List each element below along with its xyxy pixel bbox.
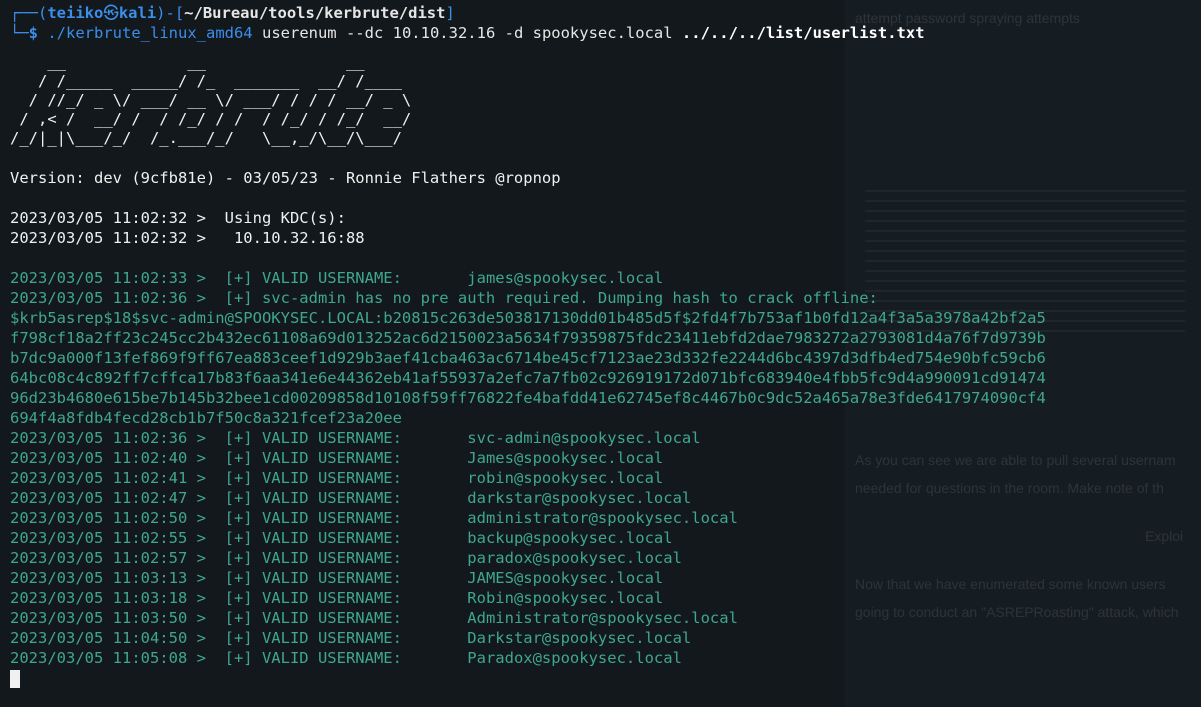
valid-username-row: 2023/03/05 11:02:55 > [+] VALID USERNAME… [10, 528, 1201, 548]
username: paradox@spookysec.local [467, 549, 682, 567]
version-line: Version: dev (9cfb81e) - 03/05/23 - Ronn… [10, 169, 561, 187]
prompt-user: teiiko [47, 4, 104, 22]
username: Administrator@spookysec.local [467, 609, 738, 627]
log-label: [+] VALID USERNAME: [224, 649, 468, 667]
log-label: [+] VALID USERNAME: [224, 529, 468, 547]
command-binary: ./kerbrute_linux_amd64 [47, 24, 253, 42]
valid-username-row: 2023/03/05 11:02:47 > [+] VALID USERNAME… [10, 488, 1201, 508]
skull-icon: ㉿ [103, 4, 119, 22]
username: JAMES@spookysec.local [467, 569, 664, 587]
valid-username-row: 2023/03/05 11:02:41 > [+] VALID USERNAME… [10, 468, 1201, 488]
banner-line: / ,< / __/ / / /_/ / / / /_/ / /_/ __/ [10, 110, 412, 128]
log-timestamp: 2023/03/05 11:02:50 > [10, 509, 225, 527]
username: Paradox@spookysec.local [467, 649, 682, 667]
asrep-hash-line: b7dc9a000f13fef869f9ff67ea883ceef1d929b3… [10, 349, 1046, 367]
username: administrator@spookysec.local [467, 509, 738, 527]
log-label: [+] VALID USERNAME: [224, 469, 468, 487]
asrep-hash-line: f798cf18a2ff23c245cc2b432ec61108a69d0132… [10, 329, 1046, 347]
username: svc-admin@spookysec.local [467, 429, 701, 447]
log-label: [+] VALID USERNAME: [224, 589, 468, 607]
valid-username-row: 2023/03/05 11:03:18 > [+] VALID USERNAME… [10, 588, 1201, 608]
asrep-hash-line: 694f4a8fdb4fecd28cb1b7f50c8a321fcef23a20… [10, 409, 402, 427]
log-label: [+] VALID USERNAME: [224, 489, 468, 507]
log-timestamp: 2023/03/05 11:02:40 > [10, 449, 225, 467]
asrep-hash-line: $krb5asrep$18$svc-admin@SPOOKYSEC.LOCAL:… [10, 309, 1046, 327]
log-timestamp: 2023/03/05 11:05:08 > [10, 649, 225, 667]
asrep-notice: 2023/03/05 11:02:36 > [+] svc-admin has … [10, 289, 878, 307]
valid-username-row: 2023/03/05 11:05:08 > [+] VALID USERNAME… [10, 648, 1201, 668]
command-file-path: ../../../list/userlist.txt [681, 24, 925, 42]
banner-line: / //_/ _ \/ ___/ __ \/ ___/ / / / __/ _ … [10, 91, 412, 109]
command-line: └─$ ./kerbrute_linux_amd64 userenum --dc… [10, 23, 1201, 43]
log-timestamp: 2023/03/05 11:02:47 > [10, 489, 225, 507]
valid-username-row: 2023/03/05 11:04:50 > [+] VALID USERNAME… [10, 628, 1201, 648]
terminal-cursor [10, 669, 20, 688]
valid-username-row: 2023/03/05 11:03:50 > [+] VALID USERNAME… [10, 608, 1201, 628]
prompt-host: kali [118, 4, 157, 22]
prompt-directory: ~/Bureau/tools/kerbrute/dist [184, 4, 446, 22]
valid-username-row: 2023/03/05 11:02:36 > [+] VALID USERNAME… [10, 428, 1201, 448]
username: backup@spookysec.local [467, 529, 673, 547]
username: James@spookysec.local [467, 449, 664, 467]
log-timestamp: 2023/03/05 11:02:41 > [10, 469, 225, 487]
prompt-corner: ┌──( [10, 4, 48, 22]
log-label: [+] VALID USERNAME: [224, 509, 468, 527]
banner-line: /_/|_|\___/_/ /_.___/_/ \__,_/\__/\___/ [10, 129, 402, 147]
valid-username-row: 2023/03/05 11:02:40 > [+] VALID USERNAME… [10, 448, 1201, 468]
log-label: [+] VALID USERNAME: [224, 609, 468, 627]
valid-username-row: 2023/03/05 11:02:33 > [+] VALID USERNAME… [10, 268, 1201, 288]
log-label: [+] VALID USERNAME: [224, 269, 468, 287]
username: james@spookysec.local [467, 269, 664, 287]
terminal-window[interactable]: attempt password spraying attempts As yo… [0, 0, 1201, 707]
log-timestamp: 2023/03/05 11:02:36 > [10, 429, 225, 447]
prompt-dollar: $ [28, 24, 48, 42]
kerbrute-ascii-banner: __ __ __ / /_____ _____/ /_ _______ __/ … [10, 53, 1201, 148]
terminal-output: ┌──(teiiko㉿kali)-[~/Bureau/tools/kerbrut… [10, 3, 1201, 688]
asrep-hash-line: 64bc08c4c892ff7cffca17b83f6aa341e6e44362… [10, 369, 1046, 387]
kdc-line: 2023/03/05 11:02:32 > 10.10.32.16:88 [10, 229, 365, 247]
log-timestamp: 2023/03/05 11:02:33 > [10, 269, 225, 287]
prompt-bracket: ] [445, 4, 455, 22]
log-timestamp: 2023/03/05 11:04:50 > [10, 629, 225, 647]
input-line[interactable] [10, 668, 1201, 688]
log-label: [+] VALID USERNAME: [224, 449, 468, 467]
log-label: [+] VALID USERNAME: [224, 569, 468, 587]
command-arguments: userenum --dc 10.10.32.16 -d spookysec.l… [252, 24, 682, 42]
username: robin@spookysec.local [467, 469, 664, 487]
asrep-hash-line: 96d23b4680e615be7b145b32bee1cd00209858d1… [10, 389, 1046, 407]
valid-username-row: 2023/03/05 11:02:57 > [+] VALID USERNAME… [10, 548, 1201, 568]
valid-username-list: 2023/03/05 11:02:36 > [+] VALID USERNAME… [10, 428, 1201, 668]
username: darkstar@spookysec.local [467, 489, 692, 507]
valid-username-row: 2023/03/05 11:03:13 > [+] VALID USERNAME… [10, 568, 1201, 588]
log-label: [+] VALID USERNAME: [224, 629, 468, 647]
log-label: [+] VALID USERNAME: [224, 549, 468, 567]
log-label: [+] VALID USERNAME: [224, 429, 468, 447]
prompt-corner: └─ [10, 24, 29, 42]
log-timestamp: 2023/03/05 11:03:50 > [10, 609, 225, 627]
valid-username-row: 2023/03/05 11:02:50 > [+] VALID USERNAME… [10, 508, 1201, 528]
prompt-separator: )-[ [156, 4, 185, 22]
username: Robin@spookysec.local [467, 589, 664, 607]
log-timestamp: 2023/03/05 11:03:18 > [10, 589, 225, 607]
kdc-line: 2023/03/05 11:02:32 > Using KDC(s): [10, 209, 346, 227]
log-timestamp: 2023/03/05 11:02:57 > [10, 549, 225, 567]
log-timestamp: 2023/03/05 11:02:55 > [10, 529, 225, 547]
prompt-line: ┌──(teiiko㉿kali)-[~/Bureau/tools/kerbrut… [10, 3, 1201, 23]
username: Darkstar@spookysec.local [467, 629, 692, 647]
banner-line: / /_____ _____/ /_ _______ __/ /____ [10, 72, 402, 90]
log-timestamp: 2023/03/05 11:03:13 > [10, 569, 225, 587]
banner-line: __ __ __ [10, 53, 365, 71]
